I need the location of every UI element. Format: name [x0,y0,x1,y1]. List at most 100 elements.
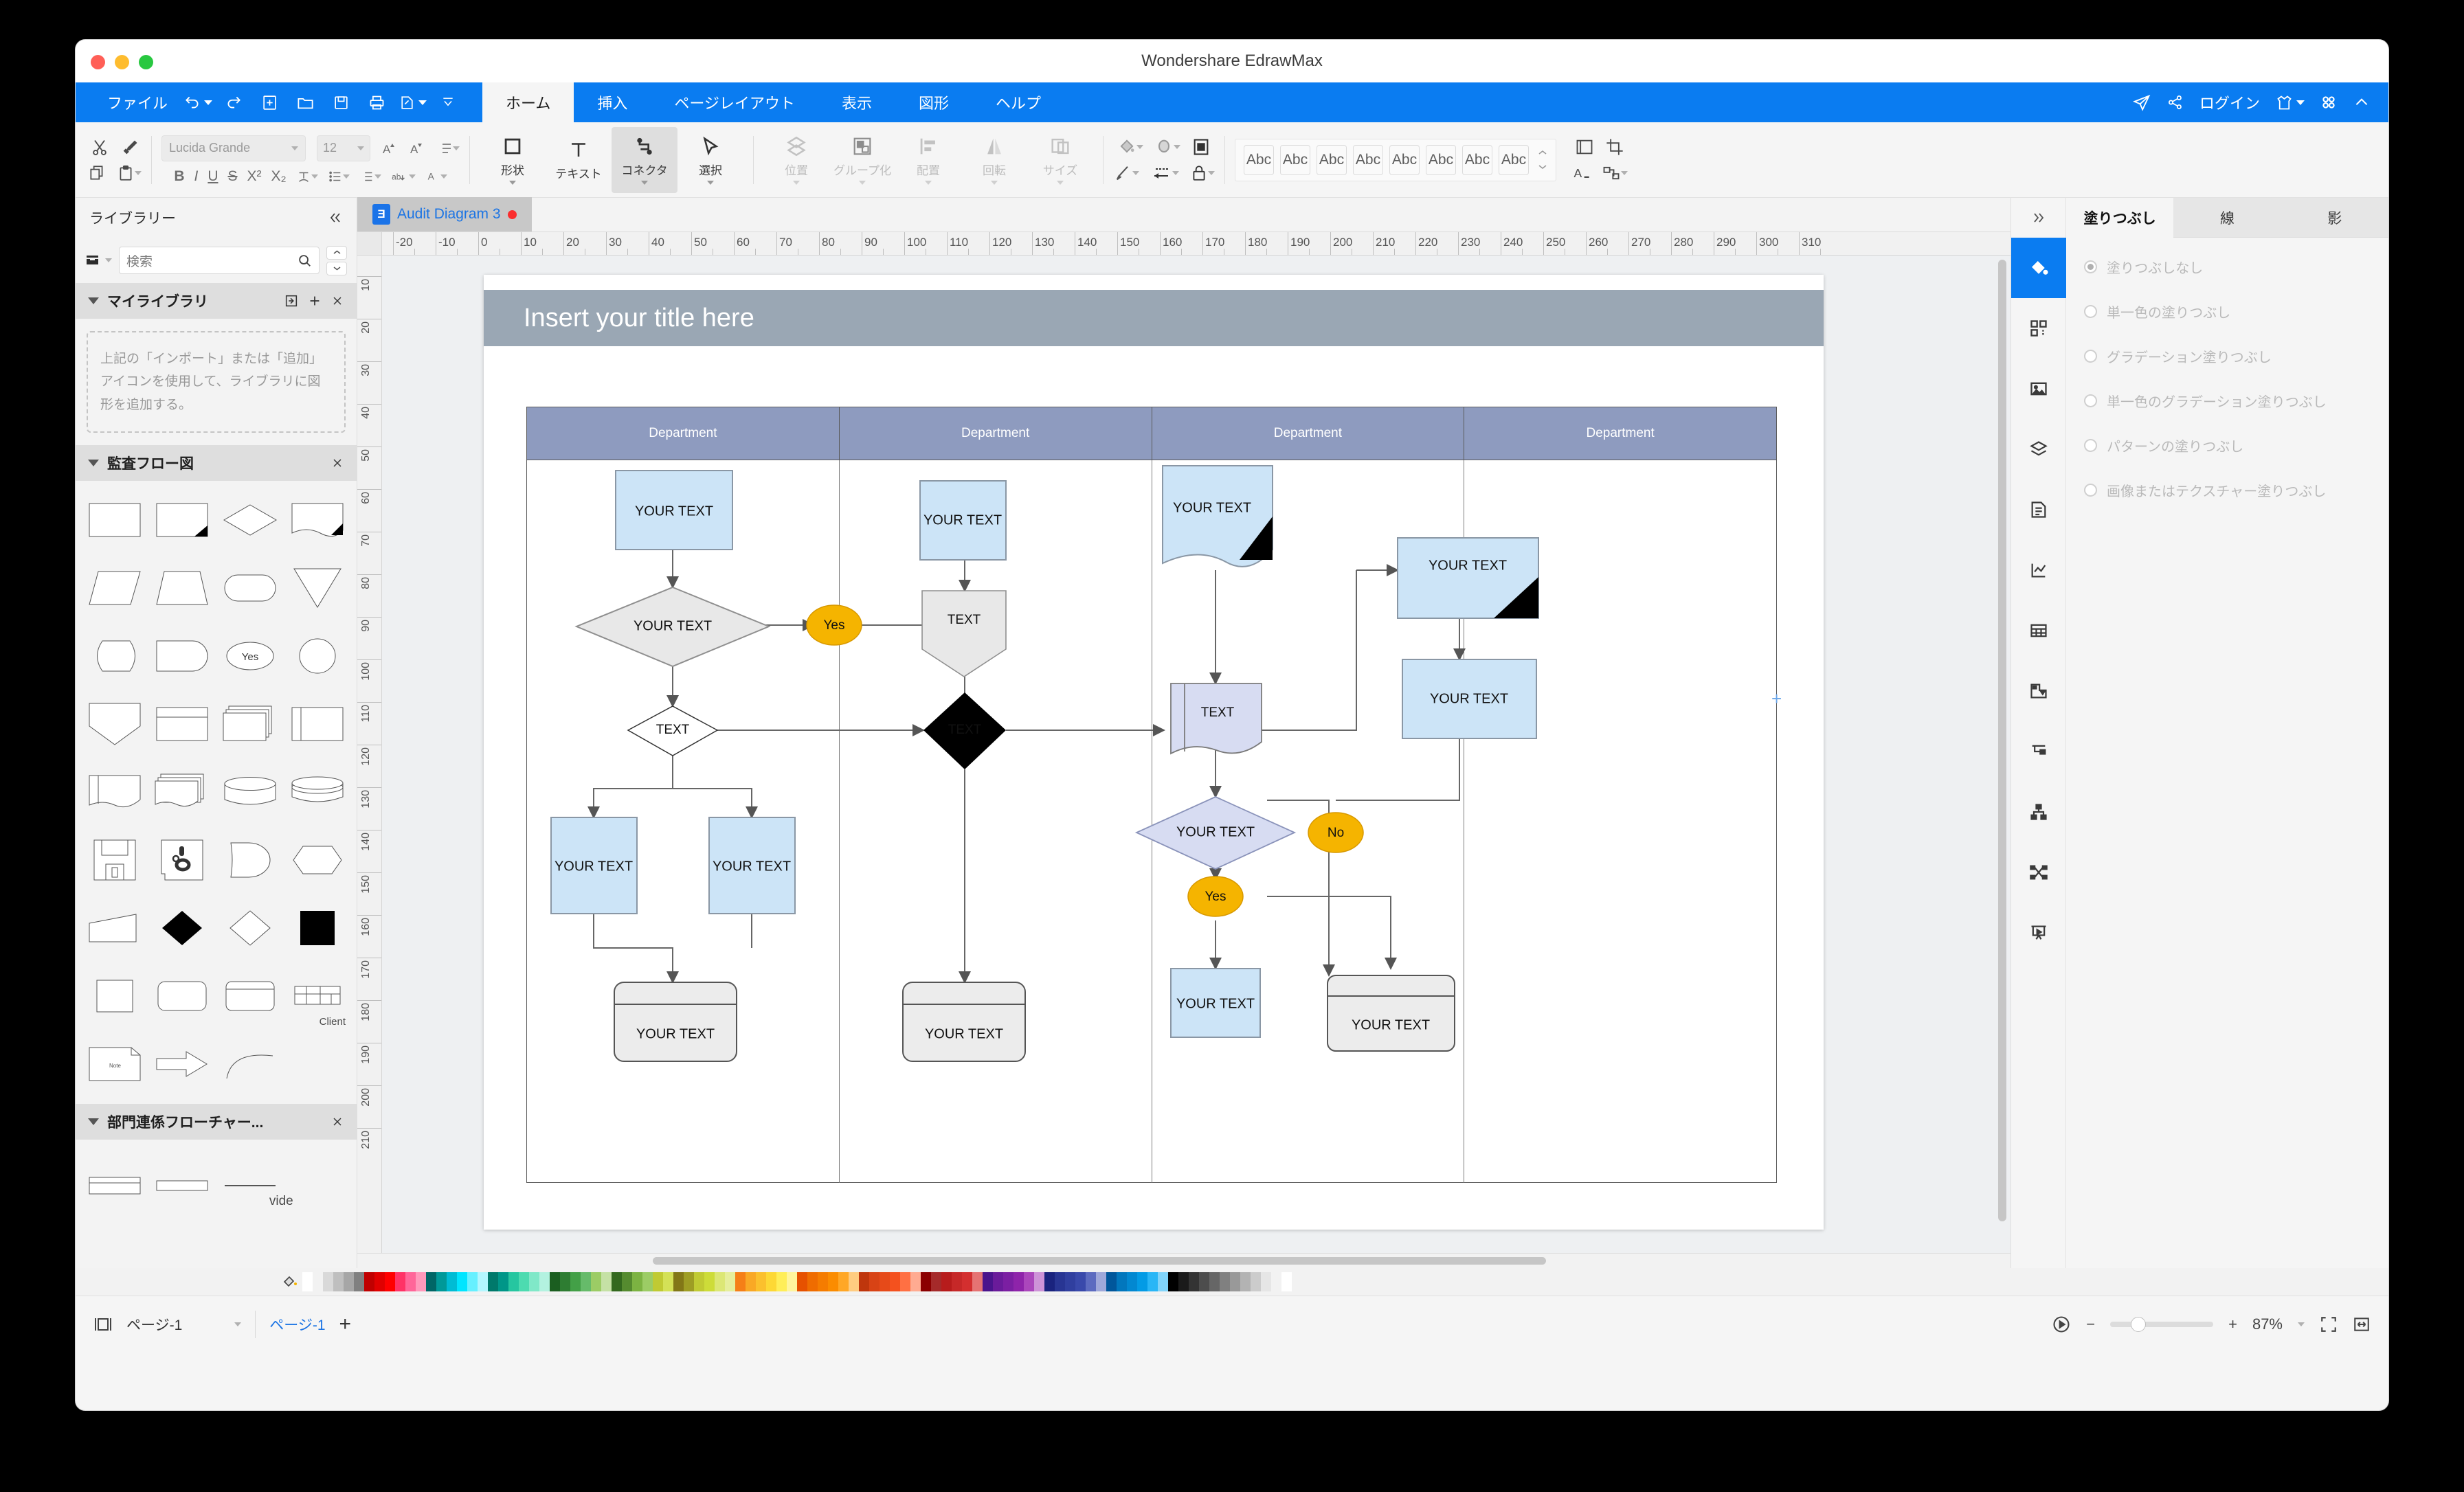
palette-swatch[interactable] [405,1272,416,1291]
text-effect-caret[interactable] [311,174,318,179]
gallery-up-icon[interactable] [1538,149,1547,156]
redo-icon[interactable] [216,82,251,122]
tool-connector[interactable]: コネクタ [612,126,677,193]
shape-yes-ellipse[interactable]: Yes [216,624,284,689]
palette-swatch[interactable] [838,1272,849,1291]
zoom-slider-knob[interactable] [2131,1316,2147,1332]
palette-swatches[interactable] [302,1272,1292,1291]
palette-swatch[interactable] [1086,1272,1096,1291]
shape-note[interactable]: Note [81,1032,148,1097]
floorplan-icon[interactable] [2011,661,2066,721]
shape-card-rect[interactable] [216,964,284,1029]
numbered-list-caret[interactable] [374,174,381,179]
shape-decision[interactable] [216,488,284,553]
close-section-icon[interactable] [331,1115,344,1129]
chevron-double-left-icon[interactable] [328,211,343,225]
shape-display[interactable] [216,828,284,893]
copy-icon[interactable] [88,164,106,182]
palette-swatch[interactable] [426,1272,436,1291]
paste-icon[interactable] [117,164,142,182]
palette-swatch[interactable] [1220,1272,1230,1291]
subscript-button[interactable]: X₂ [271,168,287,185]
palette-swatch[interactable] [931,1272,941,1291]
shape-arrow-right[interactable] [148,1032,216,1097]
theme-dropdown-caret[interactable] [2296,100,2305,105]
palette-swatch[interactable] [1096,1272,1106,1291]
fill-color-caret[interactable] [1136,144,1143,149]
palette-swatch[interactable] [1065,1272,1075,1291]
shape-fill-icon[interactable] [1154,137,1180,157]
canvas-vertical-thumb[interactable] [1998,260,2006,1221]
theme-shirt-icon[interactable] [2275,82,2305,122]
add-shape-hint-icon[interactable]: + [1771,688,1782,710]
palette-swatch[interactable] [1158,1272,1168,1291]
tool-group[interactable]: グループ化 [829,127,895,193]
tool-size[interactable]: サイズ [1027,127,1093,193]
palette-swatch[interactable] [880,1272,890,1291]
palette-swatch[interactable] [416,1272,426,1291]
tab-shadow[interactable]: 影 [2281,198,2388,238]
text-wrap-caret[interactable] [408,174,416,179]
tool-position-caret[interactable] [793,181,800,185]
palette-swatch[interactable] [766,1272,776,1291]
tool-select-caret[interactable] [707,181,714,185]
palette-swatch[interactable] [890,1272,900,1291]
collapse-ribbon-icon[interactable] [2353,82,2371,122]
palette-swatch[interactable] [983,1272,993,1291]
canvas-vertical-scrollbar[interactable] [1998,256,2008,1253]
line-spacing-caret[interactable] [453,146,460,150]
tool-rotate-caret[interactable] [991,181,998,185]
zoom-out-button[interactable]: − [2086,1315,2095,1333]
shape-wedge[interactable] [81,896,148,961]
section-audit-flowchart[interactable]: 監査フロー図 [76,444,357,481]
tool-text[interactable]: テキスト [546,127,612,193]
undo-dropdown-caret[interactable] [204,100,213,105]
palette-swatch[interactable] [1075,1272,1086,1291]
shape-wave-doc[interactable] [81,760,148,825]
shadow-icon[interactable] [1191,137,1211,157]
palette-swatch[interactable] [910,1272,921,1291]
page-tab[interactable]: ページ-1 [269,1314,325,1335]
page-fit-icon[interactable] [93,1315,113,1333]
tool-group-caret[interactable] [859,181,866,185]
bullet-list-icon[interactable] [328,169,350,184]
palette-swatch[interactable] [1199,1272,1209,1291]
undo-icon[interactable] [180,82,216,122]
tab-line[interactable]: 線 [2173,198,2281,238]
palette-swatch[interactable] [1281,1272,1292,1291]
palette-swatch[interactable] [828,1272,838,1291]
shape-cylinder[interactable] [216,760,284,825]
format-painter-icon[interactable] [120,138,139,157]
palette-swatch[interactable] [694,1272,704,1291]
zoom-slider[interactable] [2110,1316,2214,1332]
palette-swatch[interactable] [1240,1272,1251,1291]
document-page[interactable]: Insert your title here Department Depart… [484,275,1824,1230]
lock-caret[interactable] [1208,170,1215,175]
shape-pentagon-left[interactable] [81,624,148,689]
style-swatch[interactable]: Abc [1353,144,1383,175]
palette-swatch[interactable] [941,1272,952,1291]
palette-swatch[interactable] [797,1272,807,1291]
palette-swatch[interactable] [1251,1272,1261,1291]
crop-icon[interactable] [1605,137,1624,157]
tool-shape[interactable]: 形状 [480,127,546,193]
palette-swatch[interactable] [900,1272,910,1291]
palette-swatch[interactable] [467,1272,478,1291]
text-wrap-icon[interactable]: ab [391,169,416,184]
increase-font-icon[interactable]: A [381,140,398,157]
export-icon[interactable] [394,82,430,122]
line-style-caret[interactable] [1132,170,1139,175]
palette-swatch[interactable] [1003,1272,1013,1291]
fill-option-image[interactable]: 画像またはテクスチャー塗りつぶし [2084,480,2371,500]
palette-swatch[interactable] [663,1272,673,1291]
palette-swatch[interactable] [447,1272,457,1291]
palette-swatch[interactable] [478,1272,488,1291]
horizontal-ruler[interactable]: -20 -10 0 10 20 30 40 50 60 70 80 90 100 110 120 130 140… [382,232,2011,255]
save-icon[interactable] [323,82,359,122]
palette-swatch[interactable] [684,1272,694,1291]
palette-swatch[interactable] [869,1272,880,1291]
italic-button[interactable]: I [194,168,198,185]
share-icon[interactable] [2166,82,2184,122]
shape-trapezoid[interactable] [148,556,216,621]
page-list-icon[interactable] [2011,479,2066,540]
